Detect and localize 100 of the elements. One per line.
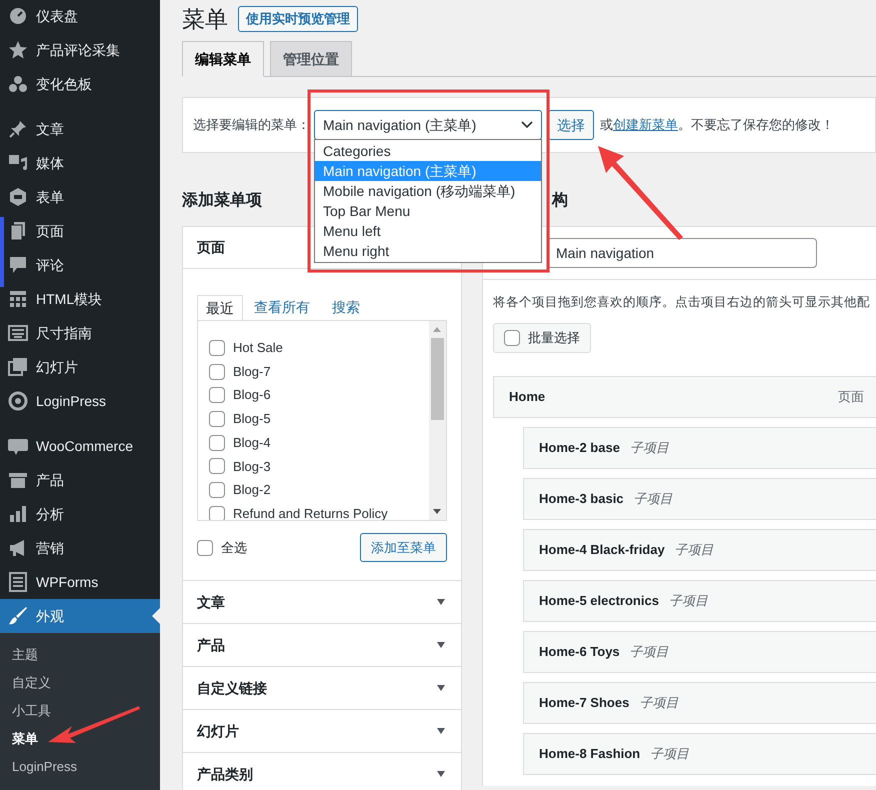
menu-item[interactable]: 仪表盘 [0, 0, 160, 33]
submenu-item[interactable]: LoginPress [0, 753, 160, 781]
pointer-icon [152, 608, 160, 624]
page-label: Blog-2 [233, 481, 271, 500]
menu-item[interactable]: 幻灯片 [0, 350, 160, 384]
sub-item-tag: 子项目 [668, 591, 708, 610]
tab[interactable]: 查看所有 [243, 294, 321, 320]
caret-icon [437, 685, 445, 691]
menu-item-row[interactable]: Home-8 Fashion 子项目 [523, 732, 876, 775]
menu-item[interactable]: 媒体 [0, 146, 160, 180]
menu-item-title: Home-4 Black-friday [539, 541, 665, 559]
scroll-indicator [0, 217, 4, 287]
menu-item[interactable]: 变化色板 [0, 67, 160, 101]
page-label: Blog-4 [233, 434, 271, 452]
checkbox[interactable] [209, 364, 225, 380]
menu-item-title: Home-2 base [539, 439, 620, 457]
preview-button[interactable]: 使用实时预览管理 [238, 6, 358, 32]
menu-item-title: Home [509, 388, 546, 406]
menu-item[interactable]: 页面 [0, 214, 160, 248]
bar-chart-icon [8, 504, 28, 524]
tab[interactable]: 管理位置 [270, 41, 352, 77]
dashboard-icon [8, 6, 28, 26]
create-menu-link[interactable]: 创建新菜单 [613, 115, 678, 135]
star-icon [8, 40, 28, 60]
submenu-item[interactable]: 小工具 [0, 697, 160, 725]
sub-item-tag: 子项目 [630, 642, 669, 662]
checkbox[interactable] [209, 482, 225, 498]
submenu-item[interactable]: 菜单 [0, 725, 160, 753]
accordion-header[interactable]: 页面 [197, 237, 225, 258]
select-button[interactable]: 选择 [548, 110, 594, 140]
dropdown-option[interactable]: Menu left [315, 221, 541, 241]
save-reminder: 。不要忘了保存您的修改！ [678, 116, 834, 134]
menu-item[interactable]: WooCommerce [0, 429, 160, 463]
menu-item-row[interactable]: Home-6 Toys 子项目 [523, 630, 876, 673]
menu-item-title: Home-7 Shoes [539, 694, 630, 712]
sub-item-tag: 子项目 [639, 693, 678, 712]
checkbox[interactable] [209, 387, 225, 404]
menu-item[interactable]: 表单 [0, 180, 160, 214]
archive-icon [8, 470, 28, 490]
sub-item-tag: 子项目 [634, 489, 673, 508]
menu-item[interactable]: WPForms [0, 565, 160, 599]
dropdown-option[interactable]: Menu right [315, 241, 541, 261]
checkbox[interactable] [209, 410, 225, 427]
woo-icon [8, 436, 28, 456]
tab[interactable]: 编辑菜单 [182, 41, 264, 77]
arrow-icon [598, 146, 683, 240]
menu-item[interactable]: 评论 [0, 248, 160, 282]
comment-icon [8, 255, 28, 275]
accordion-header[interactable]: 文章 [183, 580, 461, 623]
checkbox[interactable] [209, 506, 225, 520]
menu-name-field[interactable]: Main navigation [547, 238, 817, 268]
pin-icon [8, 119, 28, 139]
dropdown-option[interactable]: Top Bar Menu [315, 201, 541, 221]
dropdown-option[interactable]: Categories [315, 141, 541, 161]
menu-item[interactable]: LoginPress [0, 384, 160, 418]
accordion-header[interactable]: 自定义链接 [183, 666, 461, 709]
menu-item-row[interactable]: Home-7 Shoes 子项目 [523, 682, 876, 724]
checkbox[interactable] [209, 458, 225, 474]
menu-item-row[interactable]: Home 页面 [493, 376, 876, 418]
add-to-menu-button[interactable]: 添加至菜单 [360, 533, 447, 562]
checkbox[interactable] [504, 330, 520, 346]
instructions-text: 将各个项目拖到您喜欢的顺序。点击项目右边的箭头可显示其他配 [493, 294, 870, 311]
dropdown-option[interactable]: Mobile navigation (移动端菜单) [315, 181, 541, 201]
menu-item[interactable]: 外观 [0, 599, 160, 633]
menu-item-title: Home-6 Toys [539, 643, 620, 661]
dots-icon [8, 74, 28, 94]
scrollbar[interactable] [429, 321, 446, 520]
menu-item-row[interactable]: Home-5 electronics 子项目 [523, 580, 876, 622]
menu-item[interactable]: 文章 [0, 112, 160, 146]
accordion-header[interactable]: 产品 [183, 623, 461, 666]
submenu-item[interactable]: 自定义 [0, 669, 160, 697]
menu-item[interactable]: 分析 [0, 497, 160, 531]
accordion-header[interactable]: 幻灯片 [183, 709, 461, 752]
checkbox[interactable] [197, 540, 213, 556]
accordion-header[interactable]: 产品类别 [183, 752, 461, 790]
menu-item-title: Home-3 basic [539, 490, 624, 508]
page-title: 菜单 [182, 5, 228, 33]
menu-item[interactable]: 尺寸指南 [0, 316, 160, 350]
page-label: Blog-3 [233, 458, 271, 476]
page-label: Blog-5 [233, 410, 271, 428]
menu-dropdown[interactable]: Main navigation (主菜单) [314, 110, 542, 140]
menu-item-row[interactable]: Home-3 basic 子项目 [523, 478, 876, 520]
submenu-item[interactable]: 主题 [0, 641, 160, 669]
menu-item[interactable]: 产品 [0, 463, 160, 497]
brush-icon [8, 606, 28, 626]
grid-icon [8, 289, 28, 309]
checkbox-label: 全选 [221, 538, 247, 557]
menu-item[interactable]: 营销 [0, 531, 160, 565]
page-label: Blog-6 [233, 386, 271, 404]
tab[interactable]: 搜索 [321, 294, 371, 320]
menu-item-row[interactable]: Home-4 Black-friday 子项目 [523, 528, 876, 571]
bulk-select-button[interactable]: 批量选择 [493, 322, 591, 353]
checkbox[interactable] [209, 434, 225, 451]
menu-item[interactable]: HTML模块 [0, 282, 160, 316]
section-heading: 构 [552, 192, 568, 209]
menu-item[interactable]: 产品评论采集 [0, 33, 160, 67]
menu-item-row[interactable]: Home-2 base 子项目 [523, 426, 876, 469]
checkbox[interactable] [209, 340, 225, 356]
tab[interactable]: 最近 [197, 295, 243, 321]
gear-icon [8, 391, 28, 411]
